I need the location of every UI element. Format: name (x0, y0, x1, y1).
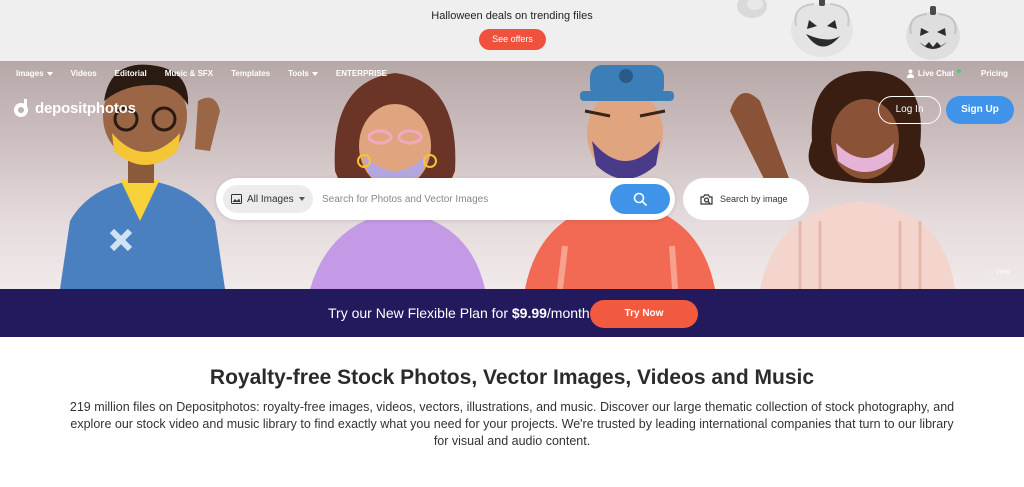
halloween-banner: Halloween deals on trending files See of… (0, 0, 1024, 61)
illustration-person-3 (525, 65, 715, 289)
nav-videos-label: Videos (70, 69, 97, 78)
search-bar: All Images (216, 178, 675, 220)
category-label: All Images (247, 193, 294, 205)
pumpkin-decoration (737, 0, 960, 60)
depositphotos-logo[interactable]: depositphotos (11, 98, 136, 118)
page-description: 219 million files on Depositphotos: roya… (69, 400, 955, 448)
see-offers-button[interactable]: See offers (479, 29, 546, 50)
pricing-link[interactable]: Pricing (981, 69, 1008, 78)
hero-illustration (60, 64, 955, 289)
nav-editorial[interactable]: Editorial (115, 69, 147, 78)
category-select[interactable]: All Images (223, 185, 313, 213)
hero-section: Images Videos Editorial Music & SFX Temp… (0, 61, 1024, 289)
search-icon (633, 192, 647, 206)
try-now-button[interactable]: Try Now (590, 300, 698, 328)
nav-music-sfx[interactable]: Music & SFX (165, 69, 213, 78)
nav-tools[interactable]: Tools (288, 69, 318, 78)
main-nav: Images Videos Editorial Music & SFX Temp… (16, 69, 405, 78)
nav-enterprise[interactable]: ENTERPRISE (336, 69, 387, 78)
plan-prefix: Try our New Flexible Plan for (328, 305, 512, 321)
live-chat-label: Live Chat (917, 69, 954, 78)
signup-button[interactable]: Sign Up (946, 96, 1014, 124)
plan-text: Try our New Flexible Plan for $9.99/mont… (328, 305, 590, 321)
image-icon (231, 194, 242, 204)
chevron-down-icon (311, 71, 318, 76)
plan-suffix: /month (546, 305, 590, 321)
nav-templates[interactable]: Templates (231, 69, 270, 78)
nav-enterprise-label: ENTERPRISE (335, 69, 387, 78)
chevron-down-icon (46, 71, 53, 76)
view-link[interactable]: ‹ View (991, 269, 1010, 276)
nav-templates-label: Templates (231, 69, 271, 78)
nav-videos[interactable]: Videos (71, 69, 97, 78)
plan-price: $9.99 (511, 305, 547, 321)
chat-person-icon (906, 69, 914, 78)
search-by-image-label: Search by image (720, 194, 788, 204)
camera-search-icon (700, 193, 713, 205)
nav-images-label: Images (16, 69, 44, 78)
search-button[interactable] (610, 184, 670, 214)
live-chat-link[interactable]: Live Chat (906, 69, 961, 78)
page-title: Royalty-free Stock Photos, Vector Images… (209, 366, 815, 389)
nav-images[interactable]: Images (16, 69, 53, 78)
online-status-dot (956, 69, 961, 73)
plan-promo-bar: Try our New Flexible Plan for $9.99/mont… (0, 289, 1024, 337)
nav-tools-label: Tools (288, 69, 309, 78)
login-button[interactable]: Log In (878, 96, 941, 124)
search-by-image-button[interactable]: Search by image (683, 178, 809, 220)
view-link-label: View (994, 269, 1010, 276)
nav-right: Live Chat Pricing (886, 69, 1008, 78)
nav-music-label: Music & SFX (164, 69, 214, 78)
logo-text: depositphotos (35, 99, 136, 117)
nav-editorial-label: Editorial (114, 69, 147, 78)
search-input[interactable] (322, 185, 602, 213)
logo-icon (14, 99, 28, 117)
chevron-down-icon (298, 197, 305, 201)
